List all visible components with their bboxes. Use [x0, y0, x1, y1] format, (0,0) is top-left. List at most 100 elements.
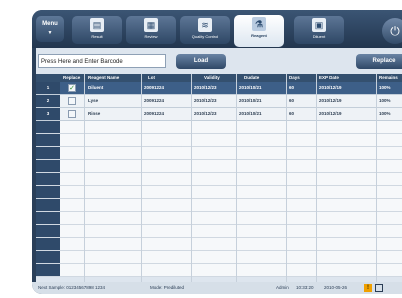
mode-text: Mode: Prediluted [150, 285, 185, 290]
empty-table-row [36, 251, 402, 264]
replace-button[interactable]: Replace [356, 54, 402, 69]
column-divider [316, 74, 317, 282]
column-divider [191, 74, 192, 282]
tab-diluent[interactable]: ▣ Diluent [294, 16, 344, 44]
row-number-cell [36, 199, 60, 211]
column-header-validity: Validity [204, 75, 220, 80]
dudate-value: 2010/10/21 [239, 111, 262, 116]
days-value: 60 [289, 85, 295, 90]
column-divider [286, 74, 287, 282]
tab-result[interactable]: ▤ Result [72, 16, 122, 44]
tab-diluent-label: Diluent [312, 34, 326, 39]
menu-button[interactable]: Menu ▼ [36, 16, 64, 42]
validity-value: 2010/12/23 [194, 98, 217, 103]
row-number: 1 [36, 82, 60, 94]
row-number-cell [36, 121, 60, 133]
power-button[interactable]: ⏻ [382, 18, 402, 44]
empty-table-row [36, 121, 402, 134]
row-number: 3 [36, 108, 60, 120]
chevron-down-icon: ▼ [47, 30, 53, 36]
remains-value: 100% [379, 98, 391, 103]
column-header-dudate: Dudate [244, 75, 260, 80]
table-row[interactable]: 1 ✓ Diluent 20091224 2010/12/23 2010/10/… [36, 82, 402, 95]
column-header-replace: Replace [63, 75, 81, 80]
reagent-panel: Press Here and Enter Barcode Load Replac… [36, 48, 402, 282]
column-header-lot: Lot [148, 75, 155, 80]
tab-quality-control[interactable]: ≋ Quality Control [180, 16, 230, 44]
exp-date-value: 2010/12/19 [319, 98, 342, 103]
table-header: Replace Reagent Name Lot Validity Dudate… [36, 74, 402, 82]
validity-value: 2010/12/23 [194, 111, 217, 116]
tab-reagent[interactable]: ⚗ Reagent [234, 15, 284, 47]
column-header-exp-date: EXP Date [319, 75, 339, 80]
exp-date-value: 2010/12/19 [319, 111, 342, 116]
column-divider [84, 74, 85, 282]
date-text: 2010-05-26 [324, 285, 348, 290]
reagent-name: Lyse [88, 98, 99, 103]
tab-reagent-label: Reagent [251, 33, 267, 38]
dudate-value: 2010/10/21 [239, 98, 262, 103]
column-header-remains: Remains [379, 75, 398, 80]
menu-button-label: Menu [42, 21, 58, 27]
power-icon: ⏻ [390, 24, 400, 38]
lot-value: 20091224 [144, 98, 165, 103]
empty-table-row [36, 173, 402, 186]
review-icon: ▦ [144, 18, 158, 32]
days-value: 60 [289, 111, 295, 116]
row-number-cell [36, 186, 60, 198]
row-number-cell [36, 264, 60, 276]
empty-table-row [36, 147, 402, 160]
column-header-days: Days [289, 75, 300, 80]
status-bar: Next Sample: 01234567898 1234 Mode: Pred… [32, 282, 402, 294]
table-row[interactable]: 2 Lyse 20091224 2010/12/23 2010/10/21 60… [36, 95, 402, 108]
empty-table-row [36, 238, 402, 251]
exp-date-value: 2010/12/19 [319, 85, 342, 90]
reagent-table: Replace Reagent Name Lot Validity Dudate… [36, 74, 402, 277]
column-divider [376, 74, 377, 282]
barcode-input[interactable]: Press Here and Enter Barcode [38, 54, 166, 68]
load-button[interactable]: Load [176, 54, 226, 69]
printer-icon[interactable] [375, 284, 383, 292]
time-text: 10:33:20 [296, 285, 314, 290]
empty-table-row [36, 199, 402, 212]
replace-checkbox[interactable] [68, 110, 76, 118]
warning-icon[interactable]: ! [364, 284, 372, 292]
remains-value: 100% [379, 111, 391, 116]
table-row[interactable]: 3 Rinse 20091224 2010/12/23 2010/10/21 6… [36, 108, 402, 121]
row-number: 2 [36, 95, 60, 107]
empty-table-row [36, 264, 402, 277]
analyzer-window: Menu ▼ ▤ Result ▦ Review ≋ Quality Contr… [32, 10, 402, 294]
row-number-cell [36, 238, 60, 250]
remains-value: 100% [379, 85, 391, 90]
lot-value: 20091224 [144, 111, 165, 116]
tab-quality-control-label: Quality Control [191, 34, 219, 39]
row-number-cell [36, 225, 60, 237]
tab-result-label: Result [91, 34, 103, 39]
tab-review-label: Review [144, 34, 158, 39]
row-number-cell [36, 251, 60, 263]
row-number-cell [36, 134, 60, 146]
row-number-cell [36, 173, 60, 185]
lot-value: 20091224 [144, 85, 165, 90]
replace-checkbox[interactable]: ✓ [68, 84, 76, 92]
column-divider [236, 74, 237, 282]
days-value: 60 [289, 98, 295, 103]
reagent-icon: ⚗ [252, 17, 266, 31]
empty-table-row [36, 225, 402, 238]
row-number-cell [36, 160, 60, 172]
column-divider [141, 74, 142, 282]
empty-table-row [36, 186, 402, 199]
quality-control-icon: ≋ [198, 18, 212, 32]
row-number-cell [36, 212, 60, 224]
column-header-reagent-name: Reagent Name [88, 75, 120, 80]
validity-value: 2010/12/23 [194, 85, 217, 90]
replace-checkbox[interactable] [68, 97, 76, 105]
user-text: Admin [276, 285, 289, 290]
reagent-name: Diluent [88, 85, 104, 90]
next-sample-text: Next Sample: 01234567898 1234 [38, 285, 106, 290]
tab-review[interactable]: ▦ Review [126, 16, 176, 44]
empty-table-row [36, 212, 402, 225]
reagent-name: Rinse [88, 111, 101, 116]
empty-table-row [36, 160, 402, 173]
empty-table-row [36, 134, 402, 147]
